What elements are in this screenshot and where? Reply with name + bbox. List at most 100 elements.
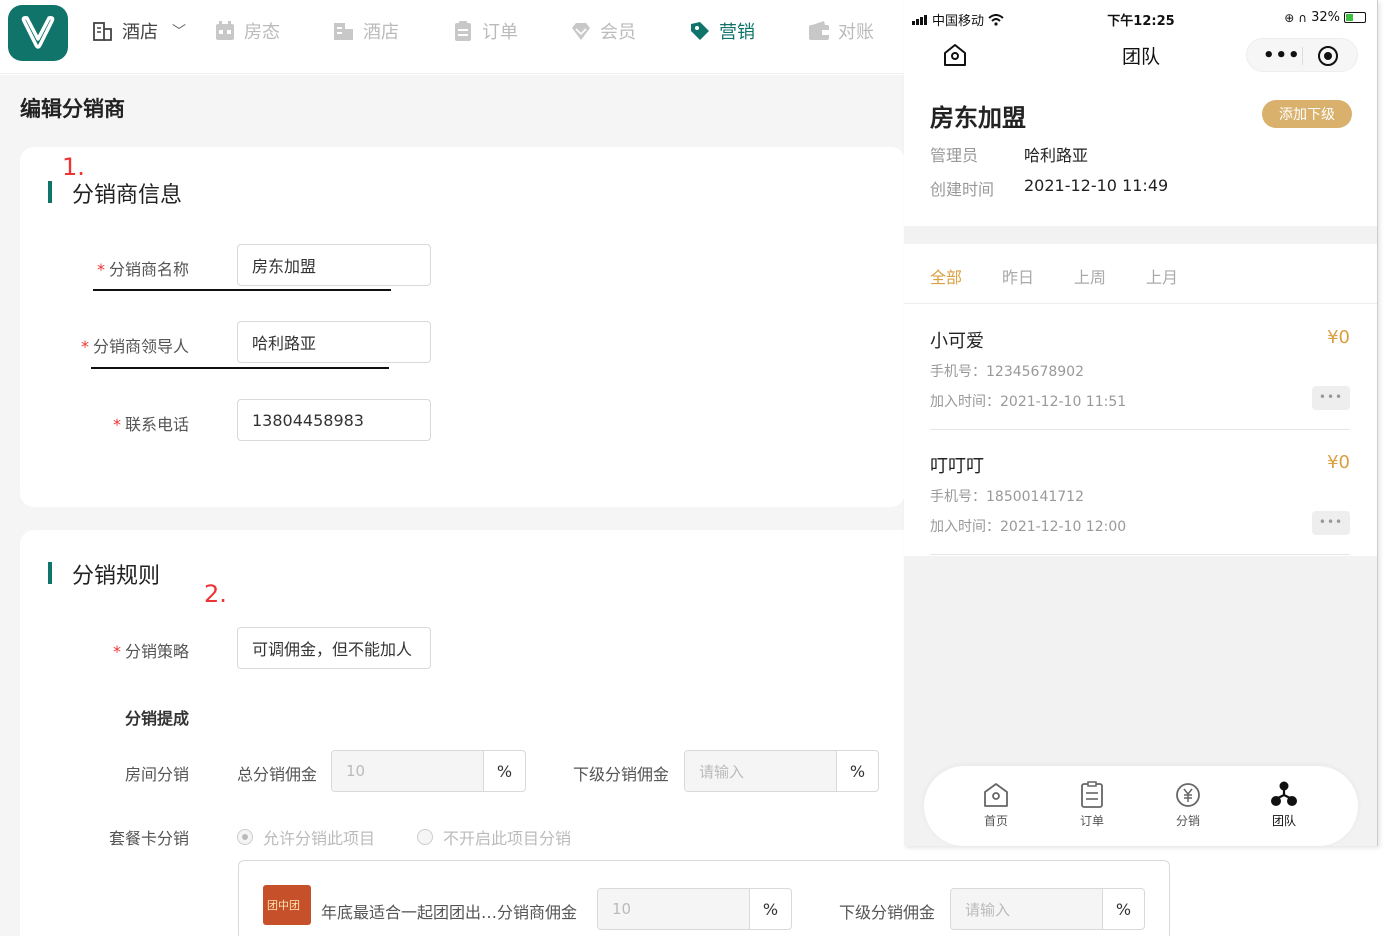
nav-label: 订单 — [482, 22, 518, 43]
nav-item-marketing[interactable]: 营销 — [689, 14, 755, 48]
order-list-icon — [1081, 781, 1103, 808]
home-icon — [984, 783, 1008, 807]
member-phone: 手机号：18500141712 — [930, 489, 1084, 505]
status-bar: 中国移动 下午12:25 ⊕ ∩ 32% — [904, 0, 1377, 34]
nav-label: 会员 — [600, 22, 636, 43]
total-commission-field[interactable]: 10 % — [331, 750, 526, 792]
nav-item-members[interactable]: 会员 — [570, 14, 636, 48]
capsule-menu: ••• — [1246, 38, 1358, 72]
member-joined: 加入时间：2021-12-10 12:00 — [930, 519, 1127, 535]
package-sub-commission-field[interactable]: 请输入 % — [950, 888, 1145, 930]
tab-last-month[interactable]: 上月 — [1146, 264, 1178, 288]
distributor-info-card: 1. 分销商信息 * 分销商名称 房东加盟 * 分销商领导人 哈利路亚 * 联系电话 … — [20, 147, 905, 507]
member-joined: 加入时间：2021-12-10 11:51 — [930, 394, 1127, 410]
contact-phone-input[interactable]: 13804458983 — [237, 399, 431, 441]
member-amount: ¥0 — [1327, 452, 1350, 473]
members-card: 全部 昨日 上周 上月 小可爱 ¥0 手机号：12345678902 加入时间：… — [904, 244, 1377, 556]
building-icon — [93, 22, 112, 41]
tabbar-label: 团队 — [1271, 814, 1296, 828]
percent-suffix: % — [749, 889, 791, 929]
total-commission-label: 总分销佣金 — [237, 765, 318, 784]
distributor-name-input[interactable]: 房东加盟 — [237, 244, 431, 286]
radio-disallow[interactable]: 不开启此项目分销 — [417, 825, 571, 849]
created-key: 创建时间 — [930, 180, 995, 199]
member-phone: 手机号：12345678902 — [930, 364, 1084, 380]
member-more-button[interactable]: ••• — [1312, 386, 1350, 410]
total-commission-input[interactable]: 10 — [332, 751, 483, 791]
required-mark: * — [80, 337, 89, 356]
package-name: 年底最适合一起团团出…分销商佣金 — [321, 899, 577, 923]
package-title: 年底最适合一起团团出… — [321, 903, 498, 922]
bottom-tab-bar: 首页 订单 分销 团队 — [924, 766, 1358, 846]
member-more-button[interactable]: ••• — [1312, 511, 1350, 535]
section-accent-bar — [48, 181, 52, 203]
diamond-icon — [572, 23, 590, 40]
phone-screen: 中国移动 下午12:25 ⊕ ∩ 32% 团队 ••• 房东加盟 添加下级 管理… — [904, 0, 1378, 846]
tabbar-distribution[interactable]: 分销 — [1158, 780, 1218, 829]
tab-yesterday[interactable]: 昨日 — [1002, 264, 1034, 288]
tab-all[interactable]: 全部 — [930, 264, 962, 288]
admin-value: 哈利路亚 — [1024, 146, 1089, 165]
member-name: 叮叮叮 — [930, 456, 984, 477]
distributor-leader-input[interactable]: 哈利路亚 — [237, 321, 431, 363]
close-target-icon[interactable] — [1318, 46, 1338, 66]
nav-item-reconciliation[interactable]: 对账 — [808, 14, 874, 48]
app-logo[interactable] — [8, 5, 68, 61]
percent-suffix: % — [1102, 889, 1144, 929]
hotel-selector[interactable]: 酒店 ﹀ — [92, 14, 186, 48]
orientation-lock-icon: ⊕ — [1284, 10, 1295, 25]
label-text: 分销商名称 — [108, 260, 189, 279]
tabbar-orders[interactable]: 订单 — [1062, 780, 1122, 829]
tabbar-home[interactable]: 首页 — [966, 780, 1026, 829]
radio-allow[interactable]: 允许分销此项目 — [237, 825, 375, 849]
package-item-box: 团中团 年底最适合一起团团出…分销商佣金 10 % 下级分销佣金 请输入 % — [238, 860, 1170, 936]
top-nav: 酒店 ﹀ 房态 酒店 订单 会员 营销 对账 — [0, 0, 905, 74]
sub-commission-field[interactable]: 请输入 % — [684, 750, 879, 792]
package-commission-field[interactable]: 10 % — [597, 888, 792, 930]
hotel-selector-label: 酒店 — [122, 22, 158, 43]
nav-item-room-status[interactable]: 房态 — [214, 14, 280, 48]
add-subordinate-button[interactable]: 添加下级 — [1262, 100, 1352, 128]
nav-item-orders[interactable]: 订单 — [452, 14, 518, 48]
required-mark: * — [112, 642, 121, 661]
strategy-label: * 分销策略 — [113, 638, 189, 662]
package-sub-commission-input[interactable]: 请输入 — [951, 889, 1102, 929]
sub-commission-input[interactable]: 请输入 — [685, 751, 836, 791]
logo-v-icon — [21, 16, 55, 49]
label-text: 分销商领导人 — [92, 337, 189, 356]
tabbar-team[interactable]: 团队 — [1254, 780, 1314, 829]
member-item[interactable]: 叮叮叮 ¥0 手机号：18500141712 加入时间：2021-12-10 1… — [930, 430, 1350, 555]
tag-icon — [691, 22, 709, 40]
clipboard-icon — [455, 21, 471, 41]
package-commission-input[interactable]: 10 — [598, 889, 749, 929]
nav-item-hotel[interactable]: 酒店 — [333, 14, 399, 48]
label-text: 分销策略 — [124, 642, 189, 661]
package-commission-label: 分销商佣金 — [497, 903, 578, 922]
nav-label: 房态 — [244, 22, 280, 43]
percent-suffix: % — [483, 751, 525, 791]
contact-phone-label: * 联系电话 — [113, 411, 189, 435]
package-thumbnail: 团中团 — [263, 885, 311, 925]
nav-label: 对账 — [838, 22, 874, 43]
strategy-select[interactable]: 可调佣金，但不能加人 — [237, 627, 431, 669]
tab-last-week[interactable]: 上周 — [1074, 264, 1106, 288]
annotation-underline — [91, 367, 389, 369]
package-sub-commission-label: 下级分销佣金 — [839, 903, 936, 922]
chevron-down-icon: ﹀ — [172, 24, 186, 40]
nav-label: 酒店 — [363, 22, 399, 43]
more-icon[interactable]: ••• — [1263, 45, 1301, 66]
hotel-icon — [334, 23, 353, 40]
distributor-leader-label: * 分销商领导人 — [81, 333, 189, 357]
tabbar-label: 订单 — [1079, 814, 1104, 828]
screen: 酒店 ﹀ 房态 酒店 订单 会员 营销 对账 编辑分销商 1. 分销商信息 * … — [0, 0, 1394, 936]
required-mark: * — [112, 415, 121, 434]
member-item[interactable]: 小可爱 ¥0 手机号：12345678902 加入时间：2021-12-10 1… — [930, 305, 1350, 430]
main-content: 编辑分销商 1. 分销商信息 * 分销商名称 房东加盟 * 分销商领导人 哈利路亚 … — [0, 75, 1170, 936]
wallet-icon — [809, 21, 829, 40]
status-right: ⊕ ∩ 32% — [1284, 10, 1366, 25]
capsule-divider — [1302, 47, 1303, 65]
required-mark: * — [96, 260, 105, 279]
radio-dot — [237, 829, 253, 845]
tabbar-label: 首页 — [983, 814, 1008, 828]
admin-key: 管理员 — [930, 146, 979, 165]
